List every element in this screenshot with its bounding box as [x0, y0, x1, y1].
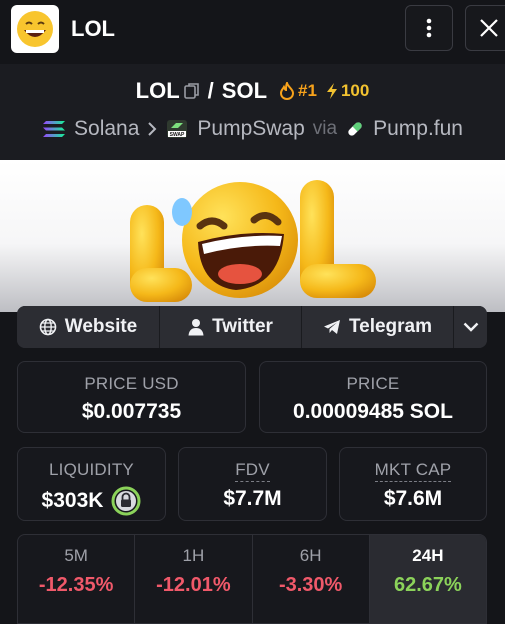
price-usd-card: PRICE USD $0.007735	[17, 361, 246, 433]
price-change-tabs: 5M -12.35% 1H -12.01% 6H -3.30% 24H 62.6…	[17, 534, 487, 624]
pill-icon	[348, 122, 362, 136]
period-tab-24h[interactable]: 24H 62.67%	[369, 535, 486, 623]
liquidity-label: LIQUIDITY	[49, 460, 134, 479]
trending-rank-badge[interactable]: #1	[279, 81, 317, 101]
top-bar: LOL	[0, 0, 505, 64]
twitter-label: Twitter	[212, 316, 273, 337]
grinning-emoji-icon	[17, 11, 53, 47]
solana-icon	[43, 121, 66, 137]
lol-banner-graphic	[130, 180, 376, 302]
website-label: Website	[64, 316, 138, 337]
price-native-value: 0.00009485 SOL	[293, 400, 453, 423]
trending-rank: #1	[298, 81, 317, 100]
svg-text:SWAP: SWAP	[170, 132, 185, 138]
launchpad-link-pumpfun[interactable]: Pump.fun	[373, 117, 463, 141]
pair-title-row: LOL / SOL #1 100	[0, 78, 505, 104]
telegram-label: Telegram	[348, 316, 433, 337]
close-button[interactable]	[465, 5, 505, 51]
pumpswap-icon: SWAP	[167, 120, 188, 138]
pair-quote-symbol: SOL	[221, 78, 268, 103]
more-links-button[interactable]	[454, 306, 487, 348]
period-change: 62.67%	[393, 574, 462, 596]
price-native-card: PRICE 0.00009485 SOL	[259, 361, 487, 433]
app-title: LOL	[71, 16, 115, 41]
telegram-icon	[323, 320, 340, 334]
fdv-card: FDV $7.7M	[178, 447, 327, 521]
mkt-cap-value: $7.6M	[383, 487, 443, 510]
period-tab-1h[interactable]: 1H -12.01%	[135, 535, 253, 623]
liquidity-value: $303K	[41, 489, 104, 512]
price-usd-value: $0.007735	[81, 400, 182, 423]
mkt-cap-label-wrap: MKT CAP	[340, 460, 486, 482]
dex-link-pumpswap[interactable]: PumpSwap	[197, 117, 304, 141]
social-links-bar: Website Twitter Telegram	[17, 306, 487, 348]
via-label: via	[312, 118, 338, 139]
lock-icon[interactable]	[111, 486, 141, 516]
period-label: 6H	[299, 546, 322, 565]
period-label: 1H	[182, 546, 205, 565]
globe-icon	[39, 318, 57, 336]
token-avatar	[11, 5, 59, 53]
chain-link-solana[interactable]: Solana	[74, 117, 139, 141]
chevron-right-icon	[148, 122, 157, 136]
period-change: -12.01%	[156, 574, 231, 596]
website-button[interactable]: Website	[17, 306, 160, 348]
period-change: -12.35%	[38, 574, 114, 596]
chain-breadcrumb: Solana SWAP PumpSwap via Pump.fun	[0, 117, 505, 141]
more-options-button[interactable]	[405, 5, 453, 51]
boost-count: 100	[340, 81, 370, 100]
telegram-button[interactable]: Telegram	[302, 306, 454, 348]
period-tab-5m[interactable]: 5M -12.35%	[18, 535, 136, 623]
lightning-icon	[326, 83, 337, 99]
pair-base-symbol: LOL	[135, 78, 180, 103]
price-native-label: PRICE	[346, 374, 400, 393]
token-banner-image	[0, 160, 505, 312]
fdv-label[interactable]: FDV	[235, 460, 270, 482]
pair-header: LOL / SOL #1 100 Solana SWAP PumpSwap vi…	[0, 64, 505, 160]
copy-icon[interactable]	[183, 82, 200, 100]
twitter-button[interactable]: Twitter	[160, 306, 302, 348]
price-usd-label: PRICE USD	[84, 374, 179, 393]
user-icon	[188, 319, 204, 336]
mkt-cap-card: MKT CAP $7.6M	[339, 447, 487, 521]
period-label: 5M	[64, 546, 88, 565]
kebab-menu-icon	[426, 18, 432, 38]
fdv-label-wrap: FDV	[179, 460, 326, 482]
close-icon	[480, 19, 498, 37]
period-tab-6h[interactable]: 6H -3.30%	[253, 535, 370, 623]
liquidity-card: LIQUIDITY $303K	[17, 447, 166, 521]
liquidity-value-row: $303K	[18, 486, 165, 516]
mkt-cap-label[interactable]: MKT CAP	[374, 460, 452, 482]
period-label: 24H	[412, 546, 444, 565]
boost-badge[interactable]: 100	[325, 81, 369, 101]
pair-separator: /	[207, 78, 214, 103]
period-change: -3.30%	[278, 574, 343, 596]
chevron-down-icon	[463, 322, 478, 332]
fdv-value: $7.7M	[223, 487, 282, 510]
fire-icon	[280, 82, 295, 100]
